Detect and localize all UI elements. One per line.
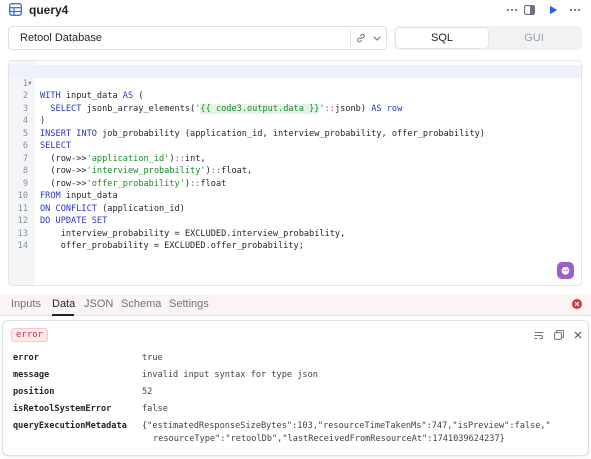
error-badge: error	[11, 328, 49, 342]
copy-icon[interactable]	[552, 328, 566, 342]
error-panel: error error true message invalid input syn…	[2, 320, 589, 456]
table-icon	[9, 3, 22, 16]
active-tab-indicator	[52, 314, 74, 316]
sql-mode-button[interactable]: SQL	[396, 28, 488, 48]
tab-settings[interactable]: Settings	[169, 298, 209, 310]
code-line: 3 )	[22, 103, 46, 127]
code-line: 9 FROM input_data	[22, 178, 118, 202]
wrap-lines-icon[interactable]	[532, 328, 546, 342]
query-header: query4	[0, 0, 591, 20]
divider	[350, 30, 351, 46]
code-line: 5 SELECT	[22, 128, 72, 152]
more-icon[interactable]	[504, 2, 520, 18]
run-icon[interactable]	[545, 2, 561, 18]
chevron-down-icon[interactable]	[369, 30, 385, 46]
error-status-icon	[572, 299, 582, 309]
code-line: 7 (row->>'interview_probability')::float…	[22, 153, 253, 177]
gui-mode-button[interactable]: GUI	[488, 28, 580, 48]
code-line: 13 offer_probability = EXCLUDED.offer_pr…	[17, 228, 304, 252]
results-tabs: Inputs Data JSON Schema Settings	[0, 294, 591, 316]
resource-selector[interactable]: Retool Database	[8, 26, 387, 50]
code-line: 4 INSERT INTO job_probability (applicati…	[22, 116, 485, 139]
ai-assist-icon[interactable]	[557, 262, 574, 279]
mode-toggle: SQL GUI	[394, 26, 582, 50]
code-line: 14	[17, 241, 28, 251]
tab-schema[interactable]: Schema	[121, 298, 161, 310]
code-line: 10 ON CONFLICT (application_id)	[17, 191, 185, 214]
code-line: 11 DO UPDATE SET	[17, 203, 108, 227]
tab-inputs[interactable]: Inputs	[11, 298, 41, 310]
options-icon[interactable]	[567, 2, 583, 18]
code-line: 8 (row->>'offer_probability')::float	[22, 166, 227, 189]
code-line: 2 SELECT jsonb_array_elements('{{ code3.…	[22, 91, 403, 114]
link-icon[interactable]	[353, 30, 369, 46]
query-title[interactable]: query4	[29, 3, 68, 17]
tab-json[interactable]: JSON	[84, 298, 113, 310]
code-line: 6 (row->>'application_id')::int,	[22, 141, 206, 164]
resource-name: Retool Database	[20, 32, 102, 44]
code-line: 12 interview_probability = EXCLUDED.inte…	[17, 216, 346, 239]
sql-editor[interactable]: 1 ▼ WITH input_data AS ( 2 SELECT jsonb_a…	[8, 60, 582, 286]
code-line: 1 ▼ WITH input_data AS (	[9, 65, 581, 101]
collapse-icon[interactable]	[521, 2, 537, 18]
tab-data[interactable]: Data	[52, 298, 75, 310]
close-icon[interactable]	[571, 328, 585, 342]
